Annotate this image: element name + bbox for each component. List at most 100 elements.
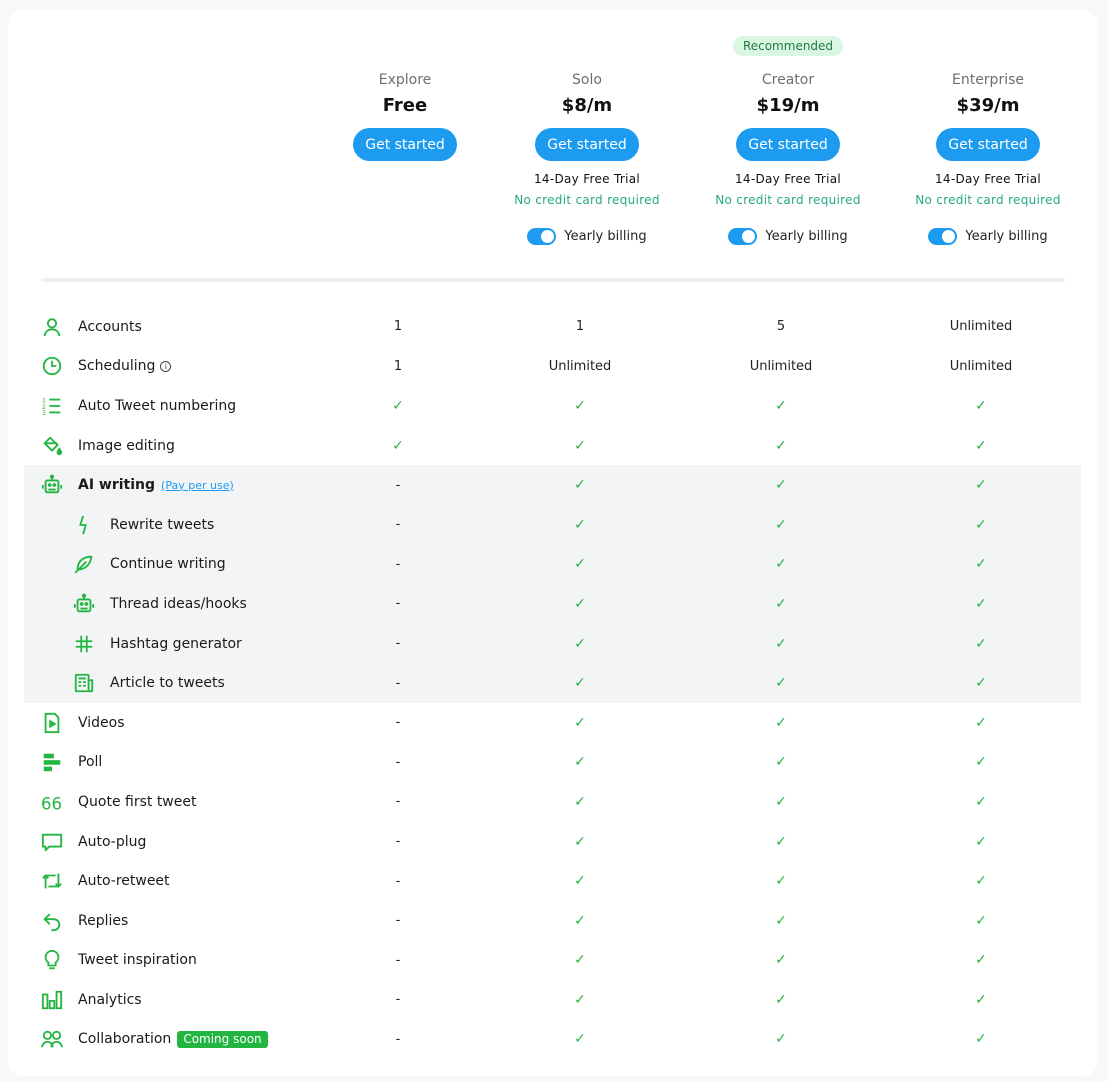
feature-row-auto-plug: Auto-plug - ✓ ✓ ✓ (8, 822, 1098, 862)
feature-row-ai-writing: AI writing (Pay per use) - ✓ ✓ ✓ (24, 465, 1081, 505)
check-icon: ✓ (975, 833, 987, 850)
check-icon: ✓ (975, 991, 987, 1008)
check-icon: ✓ (574, 952, 586, 969)
yearly-billing-control: Yearly billing (888, 228, 1088, 245)
feature-row-auto-tweet-numbering: 123 Auto Tweet numbering ✓ ✓ ✓ ✓ (8, 386, 1098, 426)
not-included-dash: - (395, 992, 401, 1008)
feature-name: AI writing (78, 477, 156, 494)
check-icon: ✓ (574, 437, 586, 454)
check-icon: ✓ (775, 675, 787, 692)
feature-name: Auto Tweet numbering (78, 397, 237, 414)
check-icon: ✓ (975, 873, 987, 890)
feature-name: Tweet inspiration (78, 952, 197, 969)
yearly-billing-label: Yearly billing (765, 229, 848, 244)
feature-row-article-to-tweets: Article to tweets - ✓ ✓ ✓ (24, 663, 1081, 703)
toggle-knob (541, 230, 555, 243)
yearly-billing-toggle[interactable] (728, 228, 758, 245)
not-included-dash: - (395, 913, 401, 929)
robot-icon (40, 473, 64, 497)
get-started-button[interactable]: Get started (535, 128, 639, 161)
feature-label: 123 Auto Tweet numbering (40, 386, 236, 426)
get-started-button[interactable]: Get started (353, 128, 457, 161)
check-icon: ✓ (574, 635, 586, 652)
feature-name: Scheduling (78, 358, 156, 375)
check-icon: ✓ (574, 477, 586, 494)
check-icon: ✓ (775, 754, 787, 771)
info-icon[interactable]: i (160, 360, 172, 372)
feature-label: Image editing (40, 426, 175, 466)
check-icon: ✓ (775, 635, 787, 652)
feature-name: Accounts (78, 318, 142, 335)
lightning-icon (72, 513, 96, 537)
clock-icon (40, 354, 64, 378)
feather-icon (72, 552, 96, 576)
yearly-billing-control: Yearly billing (487, 228, 687, 245)
feature-name: Poll (78, 754, 103, 771)
check-icon: ✓ (975, 556, 987, 573)
feature-value: Unlimited (949, 358, 1013, 374)
feature-row-scheduling: Scheduling i 1 Unlimited Unlimited Unlimited (8, 347, 1098, 387)
check-icon: ✓ (775, 991, 787, 1008)
get-started-button[interactable]: Get started (936, 128, 1040, 161)
feature-value: Unlimited (949, 319, 1013, 335)
coming-soon-badge: Coming soon (177, 1030, 268, 1048)
feature-label: Hashtag generator (72, 624, 242, 664)
check-icon: ✓ (574, 991, 586, 1008)
check-icon: ✓ (775, 952, 787, 969)
feature-value: Unlimited (548, 358, 612, 374)
check-icon: ✓ (775, 556, 787, 573)
feature-label: Continue writing (72, 545, 226, 585)
check-icon: ✓ (775, 477, 787, 494)
svg-text:3: 3 (42, 409, 46, 417)
pay-per-use-link[interactable]: (Pay per use) (161, 479, 234, 492)
get-started-button[interactable]: Get started (736, 128, 840, 161)
feature-row-auto-retweet: Auto-retweet - ✓ ✓ ✓ (8, 861, 1098, 901)
quote-icon: 66 (40, 790, 64, 814)
check-icon: ✓ (775, 912, 787, 929)
plan-name: Enterprise (951, 72, 1025, 88)
check-icon: ✓ (775, 873, 787, 890)
not-included-dash: - (395, 794, 401, 810)
not-included-dash: - (395, 873, 401, 889)
not-included-dash: - (395, 675, 401, 691)
check-icon: ✓ (775, 1031, 787, 1048)
yearly-billing-label: Yearly billing (564, 229, 647, 244)
check-icon: ✓ (574, 595, 586, 612)
yearly-billing-control: Yearly billing (688, 228, 888, 245)
not-included-dash: - (395, 754, 401, 770)
lightbulb-icon (40, 948, 64, 972)
feature-label: Article to tweets (72, 663, 225, 703)
check-icon: ✓ (975, 793, 987, 810)
feature-row-replies: Replies - ✓ ✓ ✓ (8, 901, 1098, 941)
not-included-dash: - (395, 834, 401, 850)
feature-row-continue-writing: Continue writing - ✓ ✓ ✓ (24, 544, 1081, 585)
newspaper-icon (72, 671, 96, 695)
check-icon: ✓ (975, 754, 987, 771)
yearly-billing-toggle[interactable] (527, 228, 557, 245)
feature-name: Replies (78, 912, 129, 929)
plan-name: Explore (378, 72, 432, 88)
poll-icon (40, 750, 64, 774)
check-icon: ✓ (975, 477, 987, 494)
feature-row-analytics: Analytics - ✓ ✓ ✓ (8, 980, 1098, 1020)
feature-label: Auto-retweet (40, 861, 170, 901)
not-included-dash: - (395, 715, 401, 731)
check-icon: ✓ (975, 675, 987, 692)
feature-label: Collaboration Coming soon (40, 1020, 268, 1060)
check-icon: ✓ (574, 675, 586, 692)
numbered-list-icon: 123 (40, 394, 64, 418)
feature-value: 1 (393, 358, 403, 374)
not-included-dash: - (395, 477, 401, 493)
feature-value: 1 (575, 319, 585, 335)
feature-name: Auto-retweet (78, 873, 170, 890)
video-file-icon (40, 711, 64, 735)
not-included-dash: - (395, 517, 401, 533)
users-icon (40, 1027, 64, 1051)
feature-name: Analytics (78, 991, 142, 1008)
feature-row-thread-ideas-hooks: Thread ideas/hooks - ✓ ✓ ✓ (24, 584, 1081, 624)
feature-value: 5 (776, 319, 786, 335)
check-icon: ✓ (975, 952, 987, 969)
pricing-card: Explore Free Get started Solo $8/m Get starte… (8, 10, 1098, 1076)
yearly-billing-toggle[interactable] (928, 228, 958, 245)
check-icon: ✓ (975, 397, 987, 414)
